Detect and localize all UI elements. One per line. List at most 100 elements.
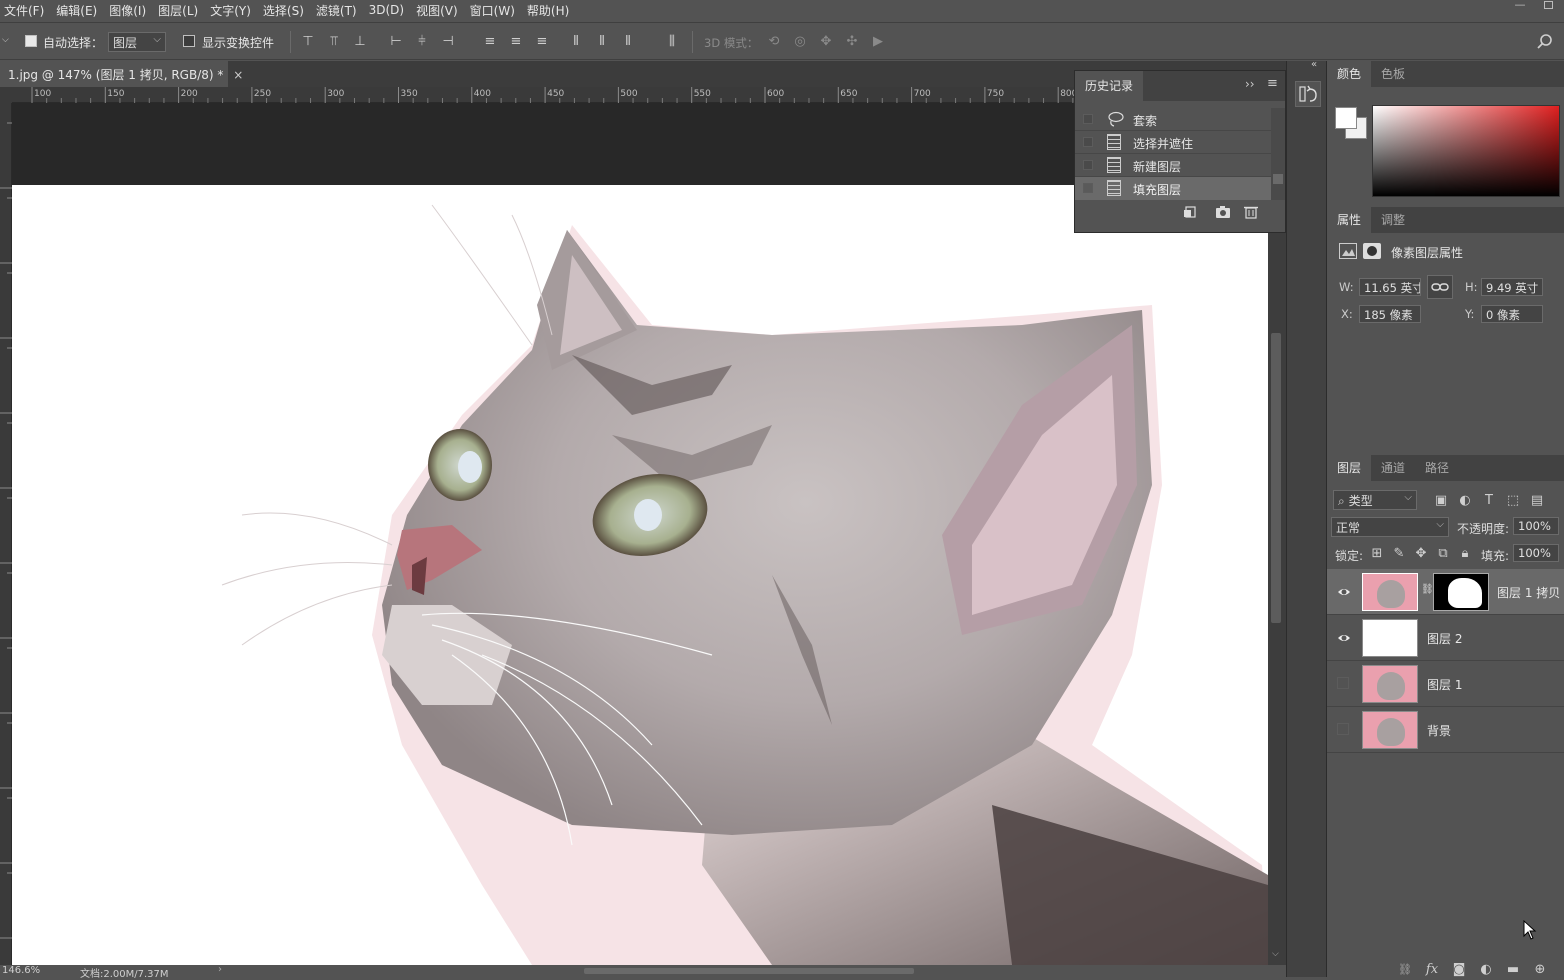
auto-select-checkbox[interactable]	[25, 35, 37, 47]
tab-color[interactable]: 颜色	[1327, 61, 1372, 87]
distribute-hcenter-icon[interactable]: ⦀	[594, 33, 610, 49]
3d-pan-icon[interactable]: ✥	[818, 33, 834, 49]
mask-link-icon[interactable]: ⛓︎	[1421, 584, 1434, 595]
expand-panels-icon[interactable]: «	[1311, 59, 1317, 70]
menu-view[interactable]: 视图(V)	[412, 2, 466, 19]
lock-transparent-icon[interactable]: ⊞	[1369, 545, 1385, 561]
3d-scale-icon[interactable]: ▶	[870, 33, 886, 49]
panel-menu-icon[interactable]: ≡	[1267, 76, 1278, 91]
history-item[interactable]: 新建图层	[1075, 154, 1271, 177]
distribute-top-icon[interactable]: ≡	[482, 33, 498, 49]
visibility-toggle[interactable]	[1337, 677, 1349, 689]
menu-edit[interactable]: 编辑(E)	[52, 2, 105, 19]
new-layer-icon[interactable]: ⊕	[1532, 961, 1548, 977]
restore-icon[interactable]	[1540, 0, 1558, 12]
menu-filter[interactable]: 滤镜(T)	[312, 2, 365, 19]
layer-mask-thumbnail[interactable]	[1433, 573, 1489, 611]
menu-3d[interactable]: 3D(D)	[365, 3, 412, 17]
filter-pixel-icon[interactable]: ▣	[1433, 492, 1449, 508]
height-field[interactable]: 9.49 英寸	[1481, 278, 1543, 296]
align-bottom-icon[interactable]: ⊥	[352, 33, 368, 49]
fill-field[interactable]: 100%	[1513, 544, 1559, 562]
layer-filter-dropdown[interactable]: ⌕ 类型 ⌵	[1333, 490, 1417, 510]
trash-icon[interactable]	[1243, 205, 1259, 219]
lock-artboard-icon[interactable]: ⧉	[1435, 545, 1451, 561]
tab-paths[interactable]: 路径	[1415, 455, 1459, 481]
visibility-toggle[interactable]	[1337, 723, 1349, 735]
history-item[interactable]: 选择并遮住	[1075, 131, 1271, 154]
filter-shape-icon[interactable]: ⬚	[1505, 492, 1521, 508]
layer-row[interactable]: 背景	[1327, 707, 1564, 753]
horizontal-ruler[interactable]: 100 150 200 250 300 350 400 450 500 550 600 650 700 7…	[12, 87, 1077, 103]
align-right-icon[interactable]: ⊣	[440, 33, 456, 49]
new-group-icon[interactable]: ▬	[1505, 961, 1521, 977]
scroll-down-icon[interactable]: ⌵	[1272, 949, 1279, 959]
menu-type[interactable]: 文字(Y)	[206, 2, 259, 19]
collapse-icon[interactable]: ››	[1245, 77, 1255, 91]
tab-swatches[interactable]: 色板	[1371, 61, 1415, 87]
scroll-thumb[interactable]	[1271, 333, 1281, 623]
adjustment-layer-icon[interactable]: ◐	[1478, 961, 1494, 977]
search-icon[interactable]	[1536, 33, 1554, 51]
menu-image[interactable]: 图像(I)	[105, 2, 154, 19]
menu-window[interactable]: 窗口(W)	[466, 2, 523, 19]
layer-name[interactable]: 图层 1	[1427, 676, 1462, 693]
link-layers-icon[interactable]: ⛓︎	[1397, 961, 1413, 977]
3d-slide-icon[interactable]: ✣	[844, 33, 860, 49]
tab-channels[interactable]: 通道	[1371, 455, 1415, 481]
close-tab-icon[interactable]: ×	[233, 68, 243, 82]
opacity-field[interactable]: 100%	[1513, 517, 1559, 535]
tab-layers[interactable]: 图层	[1327, 455, 1372, 481]
layer-row[interactable]: 图层 2	[1327, 615, 1564, 661]
menu-file[interactable]: 文件(F)	[0, 2, 52, 19]
3d-orbit-icon[interactable]: ⟲	[766, 33, 782, 49]
y-field[interactable]: 0 像素	[1481, 305, 1543, 323]
link-icon[interactable]	[1427, 275, 1453, 299]
align-vcenter-icon[interactable]: ⫪	[326, 33, 342, 49]
color-spectrum[interactable]	[1372, 105, 1560, 197]
lock-position-icon[interactable]: ✥	[1413, 545, 1429, 561]
distribute-vcenter-icon[interactable]: ≡	[508, 33, 524, 49]
auto-align-icon[interactable]: ⫼	[664, 33, 680, 49]
new-document-from-state-icon[interactable]	[1183, 205, 1199, 219]
vertical-ruler[interactable]	[0, 103, 12, 965]
tab-properties[interactable]: 属性	[1327, 207, 1372, 233]
camera-icon[interactable]	[1215, 205, 1231, 219]
minimize-icon[interactable]: —	[1510, 0, 1530, 12]
history-panel-icon[interactable]	[1295, 81, 1321, 107]
layer-row-active[interactable]: ⛓︎ 图层 1 拷贝	[1327, 569, 1564, 615]
distribute-right-icon[interactable]: ⦀	[620, 33, 636, 49]
3d-roll-icon[interactable]: ◎	[792, 33, 808, 49]
history-scrollbar[interactable]	[1271, 108, 1285, 200]
distribute-bottom-icon[interactable]: ≡	[534, 33, 550, 49]
fx-icon[interactable]: fx	[1424, 961, 1440, 977]
layer-name[interactable]: 图层 2	[1427, 630, 1462, 647]
horizontal-scroll-thumb[interactable]	[584, 968, 914, 974]
document-tab[interactable]: 1.jpg @ 147% (图层 1 拷贝, RGB/8) * ×	[0, 61, 243, 87]
layer-row[interactable]: 图层 1	[1327, 661, 1564, 707]
menu-select[interactable]: 选择(S)	[259, 2, 312, 19]
align-top-icon[interactable]: ⊤	[300, 33, 316, 49]
filter-smart-object-icon[interactable]: ▤	[1529, 492, 1545, 508]
menu-layer[interactable]: 图层(L)	[154, 2, 206, 19]
layer-name[interactable]: 背景	[1427, 722, 1451, 739]
tab-adjustments[interactable]: 调整	[1371, 207, 1415, 233]
align-left-icon[interactable]: ⊢	[388, 33, 404, 49]
lock-pixels-icon[interactable]: ✎	[1391, 545, 1407, 561]
distribute-left-icon[interactable]: ⦀	[568, 33, 584, 49]
x-field[interactable]: 185 像素	[1359, 305, 1421, 323]
history-tab[interactable]: 历史记录	[1075, 71, 1144, 101]
zoom-level[interactable]: 146.6%	[2, 965, 40, 976]
lock-all-icon[interactable]: 🔒︎	[1457, 545, 1473, 561]
eye-icon[interactable]	[1337, 585, 1351, 599]
history-item-active[interactable]: 填充图层	[1075, 177, 1271, 200]
layer-mask-icon[interactable]	[1363, 243, 1381, 259]
auto-select-dropdown[interactable]: 图层 ⌵	[108, 32, 166, 52]
filter-adjustment-icon[interactable]: ◐	[1457, 492, 1473, 508]
filter-type-icon[interactable]: T	[1481, 492, 1497, 508]
layer-name[interactable]: 图层 1 拷贝	[1497, 584, 1560, 601]
show-transform-checkbox[interactable]	[183, 35, 195, 47]
eye-icon[interactable]	[1337, 631, 1351, 645]
menu-help[interactable]: 帮助(H)	[523, 2, 577, 19]
add-mask-icon[interactable]: ◙	[1451, 961, 1467, 977]
